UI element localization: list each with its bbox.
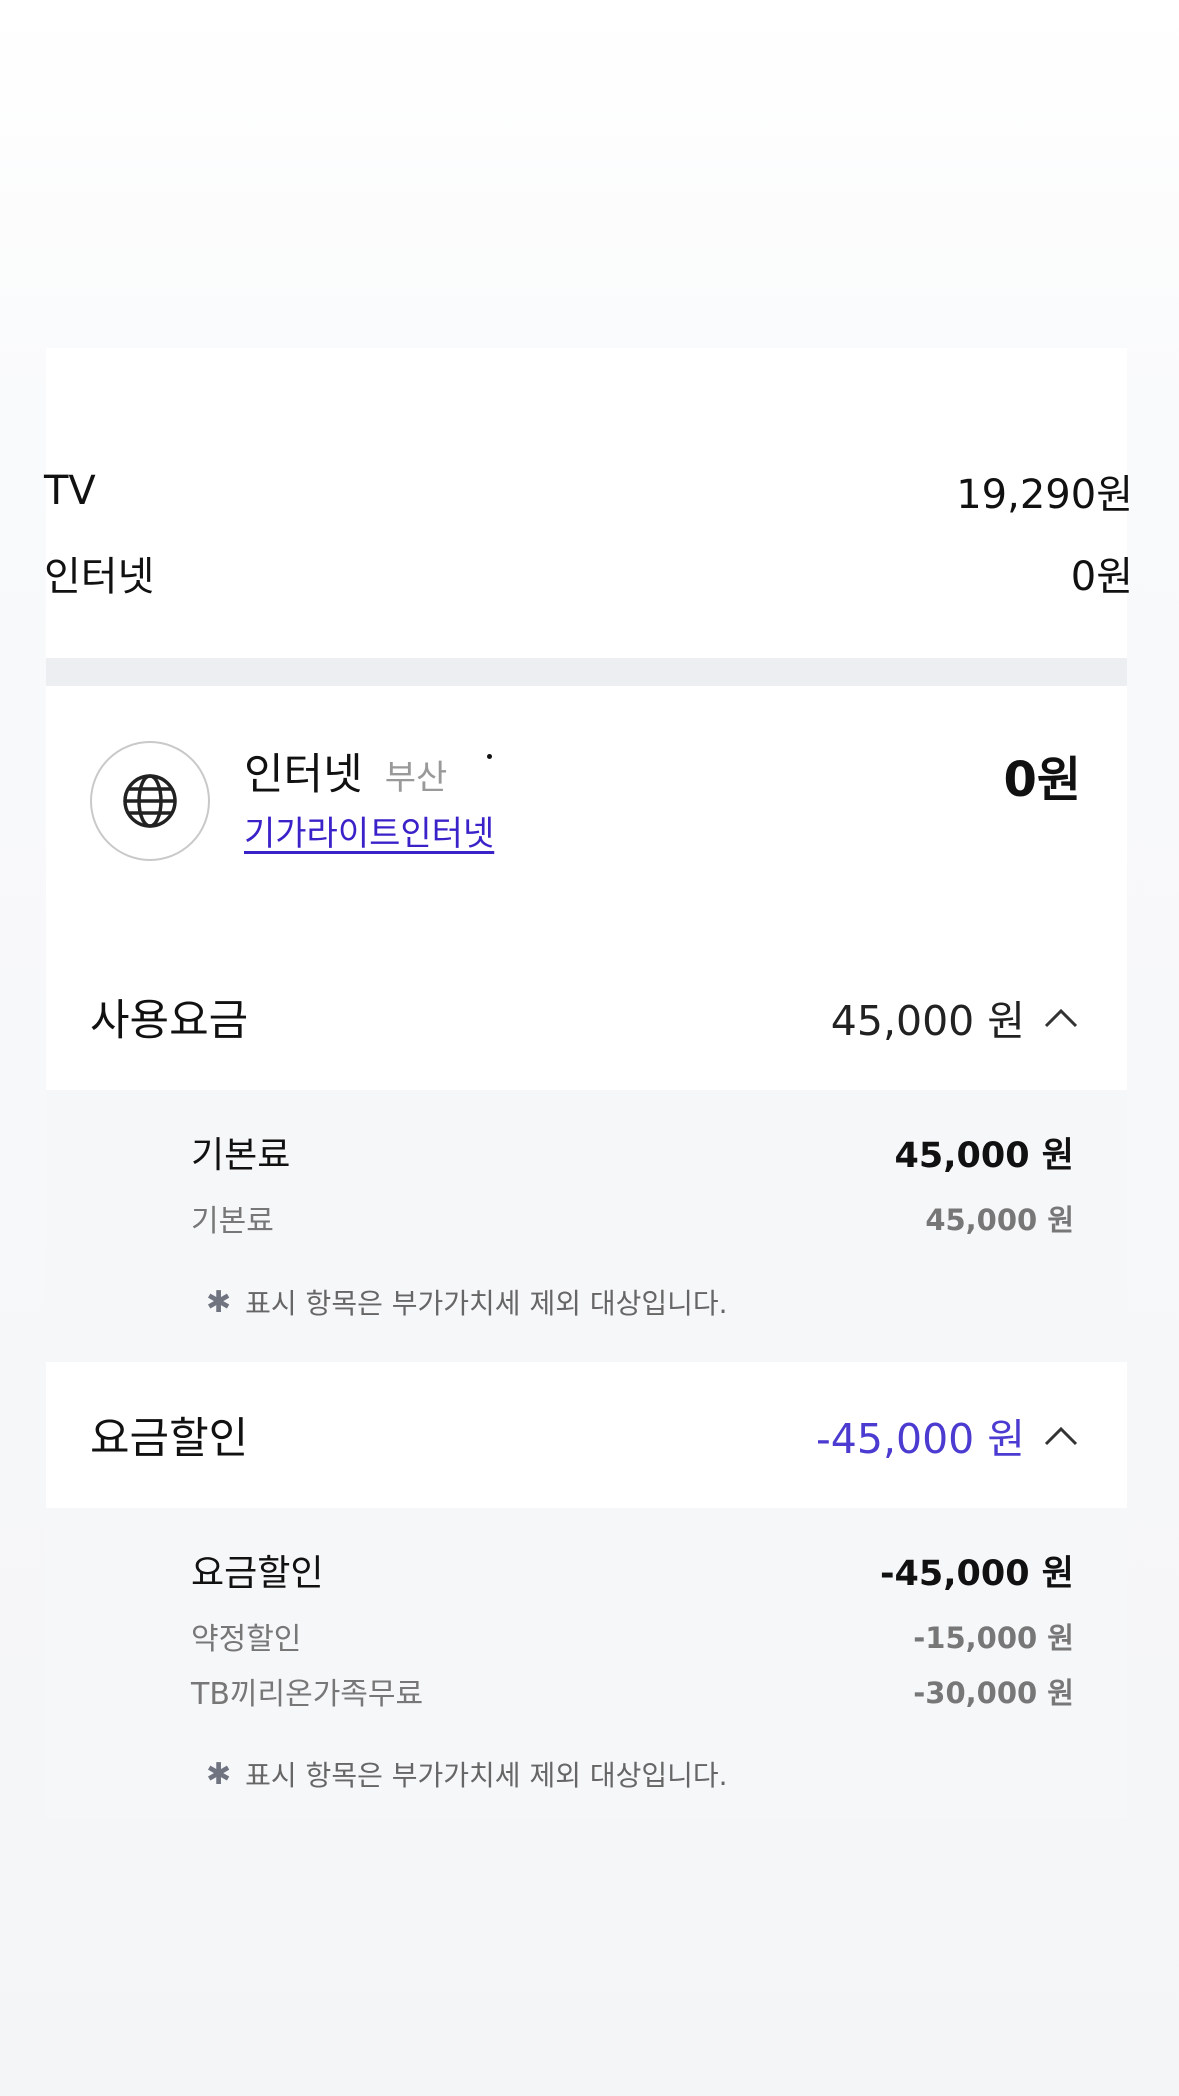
bill-detail-page: { "summary": { "rows": [ {"label": "TV",… (0, 0, 1179, 2096)
usage-fee-label: 사용요금 (90, 996, 249, 1046)
detail-item-label: 기본료 (191, 1204, 274, 1239)
discount-detail: 요금할인 -45,000 원 약정할인 -15,000 원 TB끼리온가족무료 … (46, 1508, 1127, 1818)
service-name: 인터넷 (244, 750, 363, 800)
detail-item-label: 약정할인 (191, 1622, 302, 1657)
service-amount: 0원 (1003, 752, 1081, 808)
usage-fee-detail: 기본료 45,000 원 기본료 45,000 원 ✱ 표시 항목은 부가가치세… (46, 1090, 1127, 1362)
detail-group-row: 요금할인 -45,000 원 (191, 1544, 1074, 1596)
summary-row-tv: TV 19,290원 (44, 462, 1133, 520)
plan-link[interactable]: 기가라이트인터넷 (244, 806, 494, 855)
detail-item-amount: -15,000 원 (913, 1621, 1074, 1655)
detail-group-row: 기본료 45,000 원 (191, 1126, 1074, 1178)
service-icon-badge (90, 741, 210, 861)
detail-item-amount: -30,000 원 (913, 1676, 1074, 1710)
chevron-up-icon[interactable] (1041, 1415, 1081, 1455)
detail-item-row: 기본료 45,000 원 (191, 1196, 1074, 1240)
discount-summary: -45,000 원 (816, 1405, 1081, 1465)
dot-mark (487, 754, 492, 759)
vat-note-text: 표시 항목은 부가가치세 제외 대상입니다. (245, 1759, 728, 1792)
globe-icon (123, 774, 177, 828)
detail-item-label: TB끼리온가족무료 (191, 1677, 424, 1712)
asterisk-icon: ✱ (206, 1756, 232, 1792)
vat-note: ✱ 표시 항목은 부가가치세 제외 대상입니다. (206, 1754, 728, 1794)
discount-label: 요금할인 (90, 1414, 249, 1464)
discount-header[interactable]: 요금할인 -45,000 원 (46, 1362, 1127, 1508)
usage-fee-amount: 45,000 원 (830, 997, 1025, 1045)
service-title: 인터넷 부산 (244, 740, 447, 802)
discount-amount: -45,000 원 (815, 1415, 1025, 1463)
detail-group-amount: -45,000 원 (880, 1553, 1074, 1594)
detail-group-amount: 45,000 원 (894, 1135, 1074, 1176)
asterisk-icon: ✱ (206, 1284, 232, 1320)
summary-label: TV (44, 468, 96, 514)
usage-fee-header[interactable]: 사용요금 45,000 원 (46, 944, 1127, 1090)
detail-group-label: 요금할인 (191, 1553, 324, 1594)
section-divider (46, 658, 1127, 686)
vat-note: ✱ 표시 항목은 부가가치세 제외 대상입니다. (206, 1282, 728, 1322)
summary-row-internet: 인터넷 0원 (44, 544, 1133, 602)
service-region: 부산 (384, 758, 448, 798)
detail-group-label: 기본료 (191, 1135, 291, 1176)
summary-label: 인터넷 (44, 554, 155, 600)
chevron-up-icon[interactable] (1041, 997, 1081, 1037)
detail-item-row: TB끼리온가족무료 -30,000 원 (191, 1669, 1074, 1713)
summary-amount: 0원 (1070, 554, 1133, 600)
usage-fee-summary: 45,000 원 (831, 987, 1081, 1047)
vat-note-text: 표시 항목은 부가가치세 제외 대상입니다. (245, 1287, 728, 1320)
detail-item-amount: 45,000 원 (925, 1203, 1074, 1237)
detail-item-row: 약정할인 -15,000 원 (191, 1614, 1074, 1658)
summary-amount: 19,290원 (956, 472, 1133, 518)
